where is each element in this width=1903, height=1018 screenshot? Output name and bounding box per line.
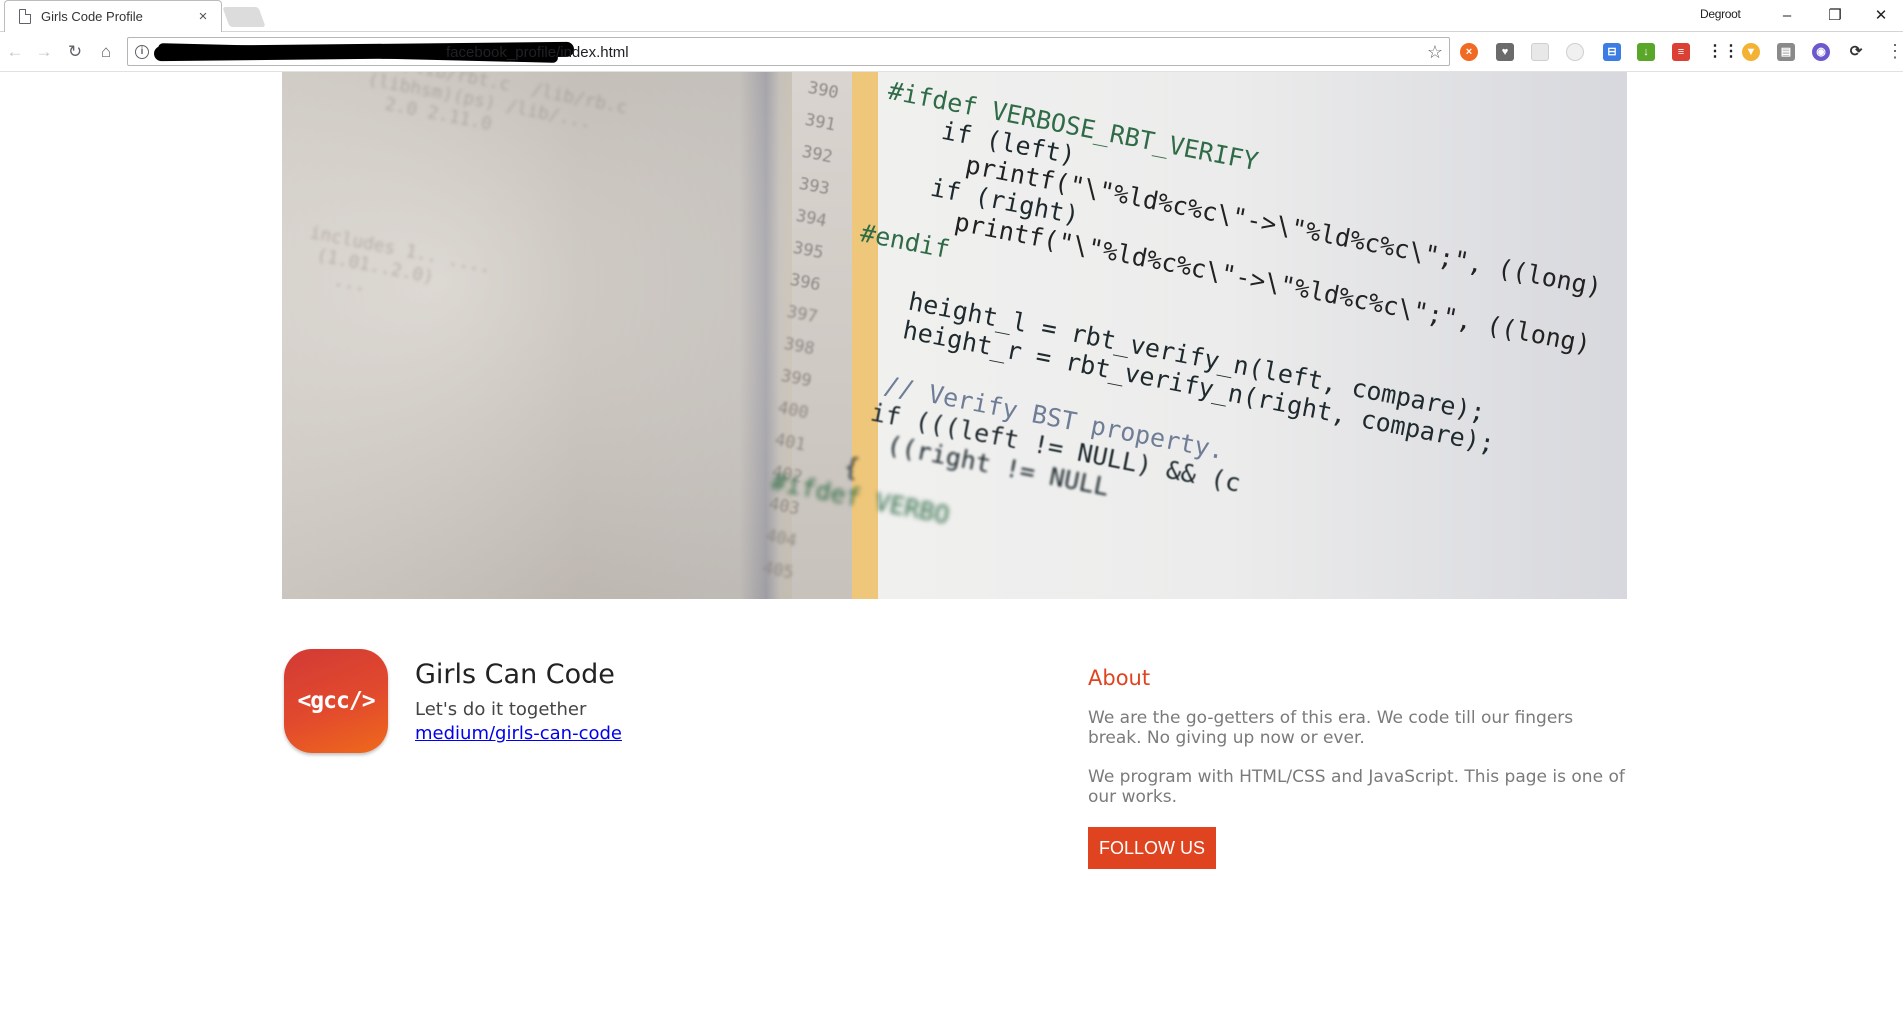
profile-tagline: Let's do it together bbox=[415, 699, 587, 720]
profile-logo: <gcc/> bbox=[284, 649, 388, 753]
profile-name[interactable]: Degroot bbox=[1700, 7, 1741, 21]
clock-icon[interactable] bbox=[1566, 43, 1584, 61]
new-tab-button[interactable] bbox=[222, 7, 266, 27]
cover-photo: /mnt/lib/rbt.c /lib/rb.c (libhsm)(ps) /l… bbox=[282, 72, 1627, 599]
follow-us-button[interactable]: FOLLOW US bbox=[1088, 827, 1217, 869]
page-document-icon bbox=[19, 9, 31, 24]
address-bar[interactable]: i facebook_profile/index.html ☆ bbox=[127, 37, 1450, 66]
pocket-icon[interactable]: ♥ bbox=[1496, 43, 1514, 61]
close-window-icon[interactable]: ✕ bbox=[1859, 4, 1903, 28]
tab-close-icon[interactable]: × bbox=[195, 8, 211, 25]
profile-header: <gcc/> Girls Can Code Let's do it togeth… bbox=[284, 649, 1044, 759]
forward-arrow-icon[interactable]: → bbox=[33, 41, 55, 63]
reload-icon[interactable]: ↻ bbox=[64, 41, 86, 63]
minimize-icon[interactable]: – bbox=[1765, 4, 1809, 28]
vpn-icon[interactable]: ◉ bbox=[1812, 43, 1830, 61]
reader-icon[interactable]: ▤ bbox=[1777, 43, 1795, 61]
about-paragraph-2: We program with HTML/CSS and JavaScript.… bbox=[1088, 767, 1625, 807]
download-icon[interactable]: ↓ bbox=[1637, 43, 1655, 61]
back-arrow-icon[interactable]: ← bbox=[4, 41, 26, 63]
screenshot-icon[interactable] bbox=[1531, 43, 1549, 61]
about-heading: About bbox=[1088, 666, 1151, 690]
badge-icon[interactable]: ▼ bbox=[1742, 43, 1760, 61]
bookmark-star-icon[interactable]: ☆ bbox=[1427, 42, 1443, 63]
page-content: /mnt/lib/rbt.c /lib/rb.c (libhsm)(ps) /l… bbox=[0, 72, 1903, 1018]
url-text: facebook_profile/index.html bbox=[446, 44, 629, 61]
translate-icon[interactable]: ⊟ bbox=[1603, 43, 1621, 61]
tab-title: Girls Code Profile bbox=[41, 9, 143, 24]
profile-name-heading: Girls Can Code bbox=[415, 659, 615, 690]
ublock-icon[interactable]: × bbox=[1460, 43, 1478, 61]
todoist-icon[interactable]: ≡ bbox=[1672, 43, 1690, 61]
apps-grid-icon[interactable]: ⋮⋮ bbox=[1707, 43, 1739, 61]
sync-icon[interactable]: ⟳ bbox=[1847, 43, 1865, 61]
about-section: About We are the go-getters of this era.… bbox=[1088, 666, 1628, 869]
home-icon[interactable]: ⌂ bbox=[95, 41, 117, 63]
cover-blur-area bbox=[282, 72, 802, 599]
chrome-menu-icon[interactable]: ⋮ bbox=[1886, 40, 1903, 62]
about-paragraph-1: We are the go-getters of this era. We co… bbox=[1088, 708, 1574, 748]
browser-tab-active[interactable]: Girls Code Profile × bbox=[4, 0, 222, 32]
logo-text: <gcc/> bbox=[297, 688, 375, 714]
browser-toolbar: ← → ↻ ⌂ i facebook_profile/index.html ☆ … bbox=[0, 32, 1903, 72]
profile-medium-link[interactable]: medium/girls-can-code bbox=[415, 723, 622, 744]
restore-icon[interactable]: ❐ bbox=[1813, 4, 1857, 28]
site-info-icon[interactable]: i bbox=[135, 45, 149, 59]
browser-title-bar: Girls Code Profile × Degroot – ❐ ✕ bbox=[0, 0, 1903, 32]
cover-code-lines: #ifdef VERBOSE_RBT_VERIFY if (left) prin… bbox=[769, 72, 1627, 599]
